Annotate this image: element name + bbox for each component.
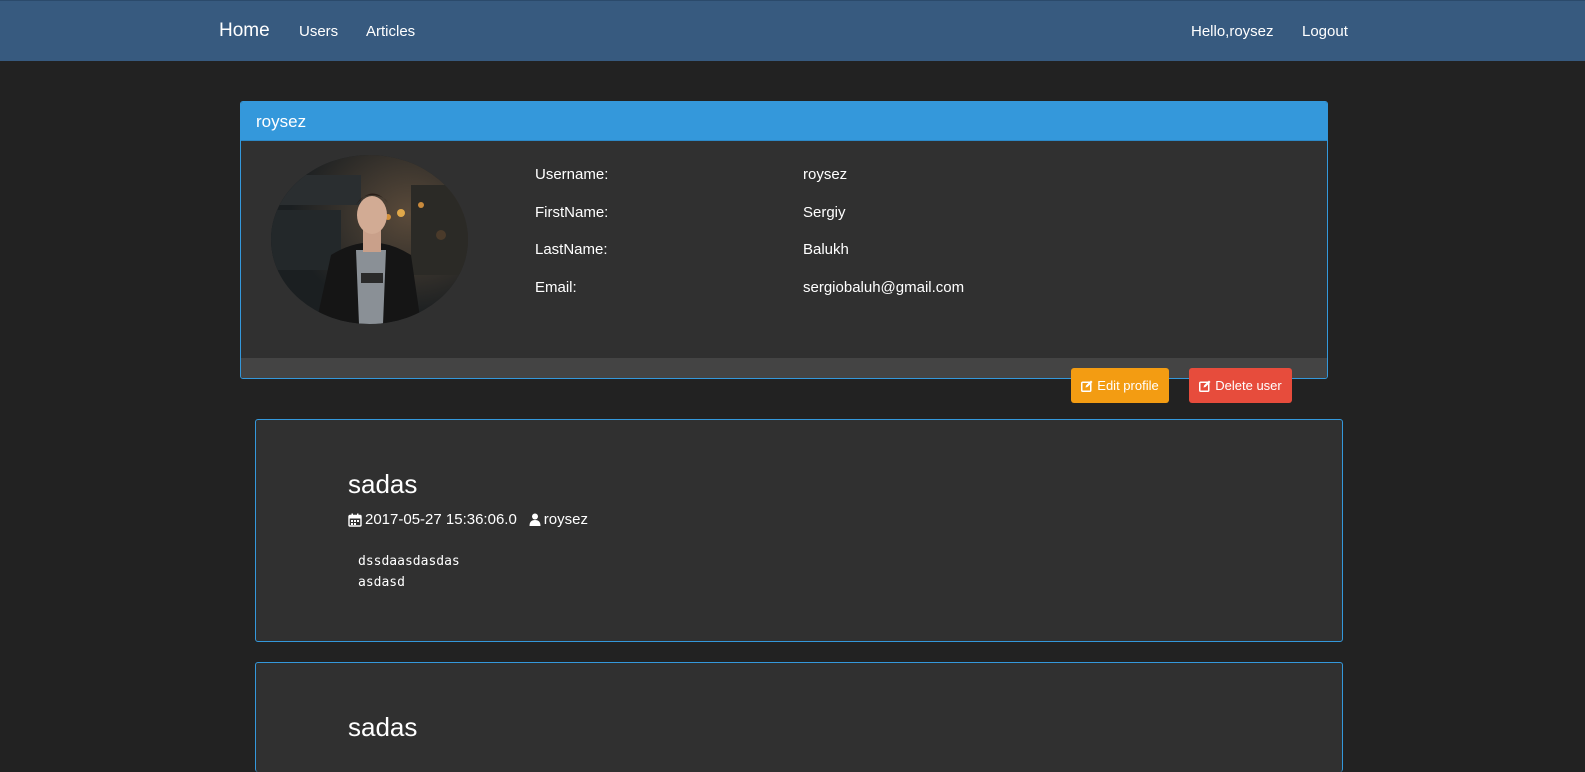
avatar-photo xyxy=(271,155,468,324)
nav-greeting[interactable]: Hello,roysez xyxy=(1191,23,1274,40)
article-card: sadas 2017-05-27 15:36:06.0 roysez dssda… xyxy=(255,419,1343,642)
nav-logout-link[interactable]: Logout xyxy=(1302,23,1348,40)
article-date-text: 2017-05-27 15:36:06.0 xyxy=(365,511,517,528)
top-navbar: Home Users Articles Hello,roysez Logout xyxy=(0,0,1585,61)
lastname-label: LastName: xyxy=(535,241,608,258)
nav-articles-link[interactable]: Articles xyxy=(366,23,415,40)
nav-home-link[interactable]: Home xyxy=(219,20,270,42)
nav-users-link[interactable]: Users xyxy=(299,23,338,40)
email-value: sergiobaluh@gmail.com xyxy=(803,279,965,296)
article-meta: 2017-05-27 15:36:06.0 roysez xyxy=(348,511,588,528)
article-title[interactable]: sadas xyxy=(348,469,417,500)
article-author-text: roysez xyxy=(543,511,588,528)
article-date: 2017-05-27 15:36:06.0 xyxy=(348,511,517,528)
user-icon xyxy=(529,513,541,526)
delete-user-button[interactable]: Delete user xyxy=(1189,368,1292,403)
firstname-label: FirstName: xyxy=(535,204,609,221)
edit-icon xyxy=(1081,380,1093,392)
email-label: Email: xyxy=(535,279,577,296)
profile-panel-heading: roysez xyxy=(241,102,1327,141)
edit-profile-label: Edit profile xyxy=(1097,378,1159,393)
delete-user-label: Delete user xyxy=(1215,378,1282,393)
avatar xyxy=(271,155,468,324)
firstname-value: Sergiy xyxy=(803,204,846,221)
article-title[interactable]: sadas xyxy=(348,712,417,743)
edit-icon xyxy=(1199,380,1211,392)
article-body: dssdaasdasdas asdasd xyxy=(358,554,460,590)
username-value: roysez xyxy=(803,166,848,183)
profile-username-heading: roysez xyxy=(256,112,307,131)
username-label: Username: xyxy=(535,166,609,183)
calendar-icon xyxy=(348,513,362,527)
article-author: roysez xyxy=(529,511,588,528)
edit-profile-button[interactable]: Edit profile xyxy=(1071,368,1169,403)
profile-panel: roysez Username: roysez FirstName: Sergi… xyxy=(240,101,1328,379)
lastname-value: Balukh xyxy=(803,241,849,258)
